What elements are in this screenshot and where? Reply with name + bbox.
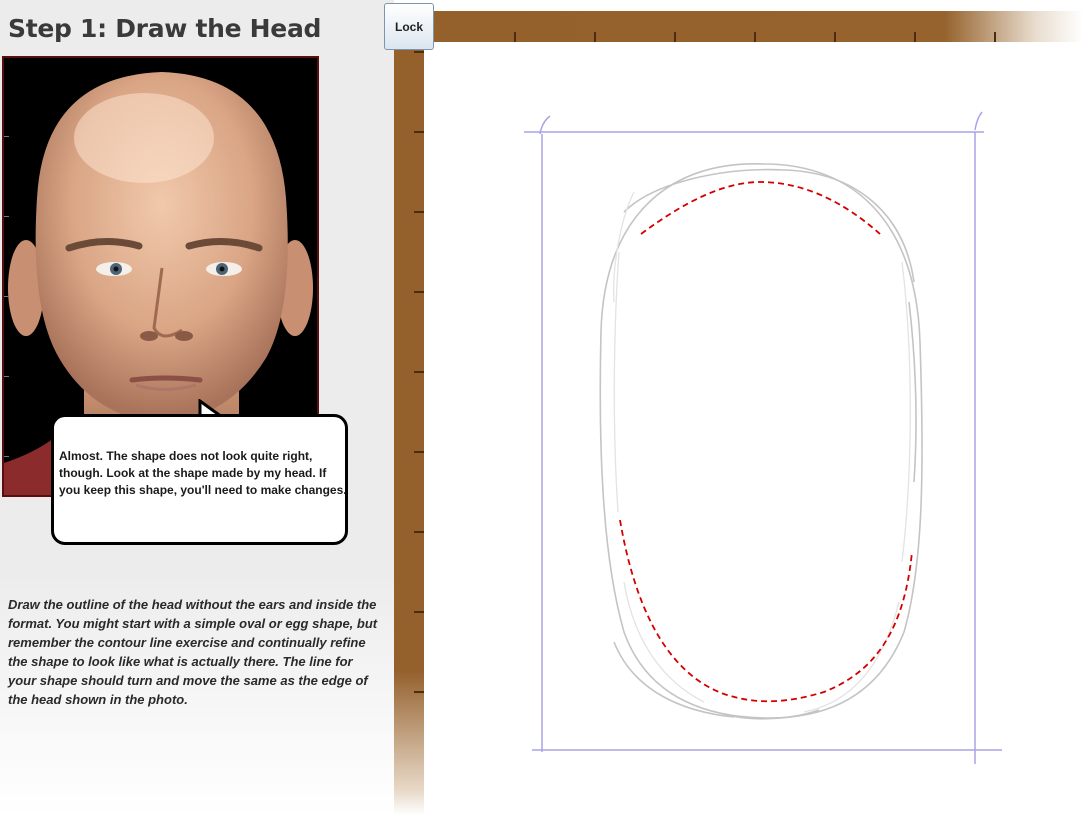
step-title: Step 1: Draw the Head [8, 14, 322, 43]
sketch-svg [524, 111, 1002, 764]
guide-dashed-outline [619, 181, 913, 703]
vertical-ruler [394, 11, 424, 815]
instructions-text: Draw the outline of the head without the… [8, 597, 378, 707]
format-frame [524, 111, 1002, 764]
lock-button[interactable]: Lock [384, 3, 434, 50]
sketched-head-outline [599, 163, 923, 720]
feedback-speech-bubble: Almost. The shape does not look quite ri… [51, 414, 348, 545]
feedback-message: Almost. The shape does not look quite ri… [59, 449, 347, 497]
instruction-panel: Step 1: Draw the Head Almost. The shape … [0, 0, 394, 815]
drawing-canvas[interactable] [424, 42, 1083, 815]
horizontal-ruler [394, 11, 1083, 42]
